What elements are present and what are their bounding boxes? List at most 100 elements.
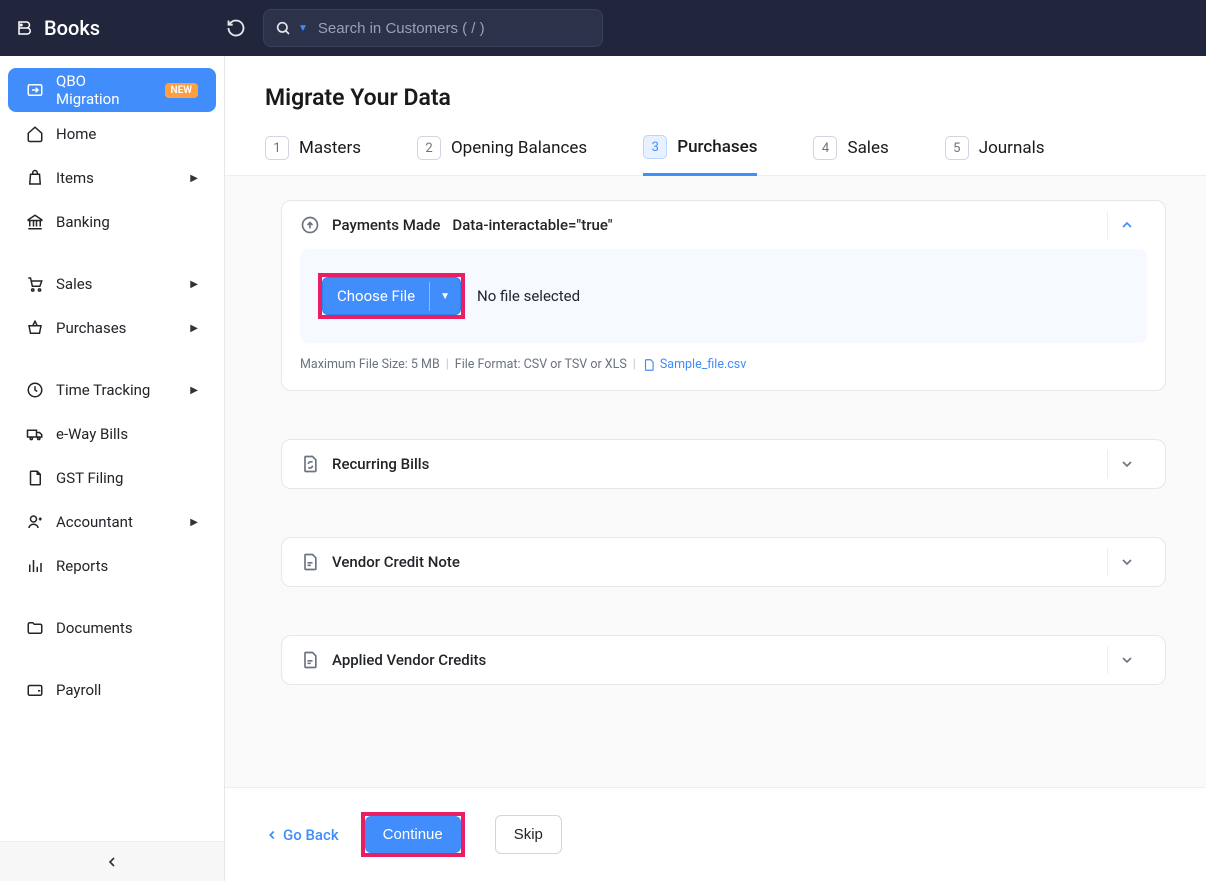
app-logo[interactable]: Books — [16, 16, 225, 40]
folder-icon — [26, 619, 44, 637]
page-title: Migrate Your Data — [265, 84, 1206, 111]
topbar-right: ▼ — [225, 9, 1190, 47]
separator: | — [633, 357, 636, 372]
section-applied-vendor-credits: Applied Vendor Credits — [281, 635, 1166, 685]
sidebar-item-label: Items — [56, 169, 94, 187]
sidebar-item-items[interactable]: Items ▶ — [8, 156, 216, 200]
step-masters[interactable]: 1 Masters — [265, 135, 361, 175]
choose-file-highlight: Choose File ▼ — [318, 273, 465, 319]
sidebar-item-banking[interactable]: Banking — [8, 200, 216, 244]
step-journals[interactable]: 5 Journals — [945, 135, 1045, 175]
sidebar-item-label: Time Tracking — [56, 381, 150, 399]
collapse-toggle[interactable] — [1107, 217, 1147, 233]
expand-toggle[interactable] — [1107, 652, 1147, 668]
books-logo-icon — [16, 19, 34, 37]
expand-toggle[interactable] — [1107, 456, 1147, 472]
search-input[interactable] — [318, 20, 592, 37]
sidebar-item-purchases[interactable]: Purchases ▶ — [8, 306, 216, 350]
search-icon — [274, 19, 292, 37]
basket-icon — [26, 319, 44, 337]
step-sales[interactable]: 4 Sales — [813, 135, 888, 175]
home-icon — [26, 125, 44, 143]
chevron-right-icon: ▶ — [190, 279, 198, 290]
user-icon — [26, 513, 44, 531]
refresh-button[interactable] — [225, 17, 247, 39]
sidebar-item-reports[interactable]: Reports — [8, 544, 216, 588]
step-tabs: 1 Masters 2 Opening Balances 3 Purchases… — [225, 111, 1206, 176]
file-format-text: File Format: CSV or TSV or XLS — [455, 357, 627, 372]
go-back-button[interactable]: Go Back — [265, 826, 339, 844]
sidebar-item-gst-filing[interactable]: GST Filing — [8, 456, 216, 500]
sidebar-item-time-tracking[interactable]: Time Tracking ▶ — [8, 368, 216, 412]
clock-icon — [26, 381, 44, 399]
sidebar-item-label: Sales — [56, 275, 92, 293]
step-number: 2 — [417, 136, 441, 160]
sidebar-item-label: Home — [56, 125, 96, 143]
step-label: Sales — [847, 138, 888, 158]
migration-icon — [26, 81, 44, 99]
sidebar-item-documents[interactable]: Documents — [8, 606, 216, 650]
choose-file-button[interactable]: Choose File ▼ — [322, 277, 461, 315]
search-scope-caret-icon[interactable]: ▼ — [298, 23, 308, 34]
sidebar-item-label: GST Filing — [56, 469, 123, 487]
chevron-left-icon — [104, 854, 120, 870]
section-recurring-bills: Recurring Bills — [281, 439, 1166, 489]
sidebar-item-label: Banking — [56, 213, 110, 231]
max-size-text: Maximum File Size: 5 MB — [300, 357, 440, 372]
bank-icon — [26, 213, 44, 231]
sidebar-item-home[interactable]: Home — [8, 112, 216, 156]
step-number: 3 — [643, 135, 667, 159]
step-purchases[interactable]: 3 Purchases — [643, 135, 757, 176]
sidebar-item-qbo-migration[interactable]: QBO Migration NEW — [8, 68, 216, 112]
chevron-right-icon: ▶ — [190, 385, 198, 396]
upload-circle-icon — [300, 215, 320, 235]
cart-icon — [26, 275, 44, 293]
sidebar-item-label: Reports — [56, 557, 108, 575]
wallet-icon — [26, 681, 44, 699]
sidebar-item-accountant[interactable]: Accountant ▶ — [8, 500, 216, 544]
step-label: Journals — [979, 138, 1045, 158]
recurring-icon — [300, 454, 320, 474]
section-header[interactable]: Payments Made Data-interactable="true" — [282, 201, 1165, 249]
main-content: Migrate Your Data 1 Masters 2 Opening Ba… — [225, 56, 1206, 881]
chevron-right-icon: ▶ — [190, 173, 198, 184]
sidebar-collapse-button[interactable] — [0, 841, 224, 881]
step-opening-balances[interactable]: 2 Opening Balances — [417, 135, 587, 175]
bag-icon — [26, 169, 44, 187]
sidebar-item-label: Purchases — [56, 319, 126, 337]
sample-file-name: Sample_file.csv — [660, 357, 746, 372]
expand-toggle[interactable] — [1107, 554, 1147, 570]
step-label: Masters — [299, 138, 361, 158]
section-payments-made: Payments Made Data-interactable="true" C… — [281, 200, 1166, 391]
step-label: Purchases — [677, 137, 757, 157]
continue-highlight: Continue — [361, 812, 465, 857]
section-title: Payments Made — [332, 216, 440, 234]
search-box[interactable]: ▼ — [263, 9, 603, 47]
chevron-right-icon: ▶ — [190, 517, 198, 528]
choose-file-dropdown-icon[interactable]: ▼ — [429, 282, 460, 311]
upload-area: Choose File ▼ No file selected — [300, 249, 1147, 343]
footer-actions: Go Back Continue Skip — [225, 787, 1206, 881]
topbar: Books ▼ — [0, 0, 1206, 56]
file-icon — [26, 469, 44, 487]
section-header[interactable]: Applied Vendor Credits — [282, 636, 1165, 684]
section-header[interactable]: Vendor Credit Note — [282, 538, 1165, 586]
skip-button[interactable]: Skip — [495, 815, 562, 854]
upload-hint: Maximum File Size: 5 MB | File Format: C… — [300, 357, 1147, 372]
section-vendor-credit-note: Vendor Credit Note — [281, 537, 1166, 587]
section-title: Vendor Credit Note — [332, 553, 460, 571]
step-number: 4 — [813, 136, 837, 160]
continue-button[interactable]: Continue — [365, 816, 461, 853]
sidebar-item-sales[interactable]: Sales ▶ — [8, 262, 216, 306]
sample-file-link[interactable]: Sample_file.csv — [642, 357, 746, 372]
document-icon — [300, 552, 320, 572]
go-back-label: Go Back — [283, 826, 339, 844]
step-number: 1 — [265, 136, 289, 160]
sidebar: QBO Migration NEW Home Items ▶ Banking S… — [0, 56, 225, 881]
separator: | — [446, 357, 449, 372]
sidebar-item-eway-bills[interactable]: e-Way Bills — [8, 412, 216, 456]
chart-icon — [26, 557, 44, 575]
truck-icon — [26, 425, 44, 443]
sidebar-item-payroll[interactable]: Payroll — [8, 668, 216, 712]
section-header[interactable]: Recurring Bills — [282, 440, 1165, 488]
